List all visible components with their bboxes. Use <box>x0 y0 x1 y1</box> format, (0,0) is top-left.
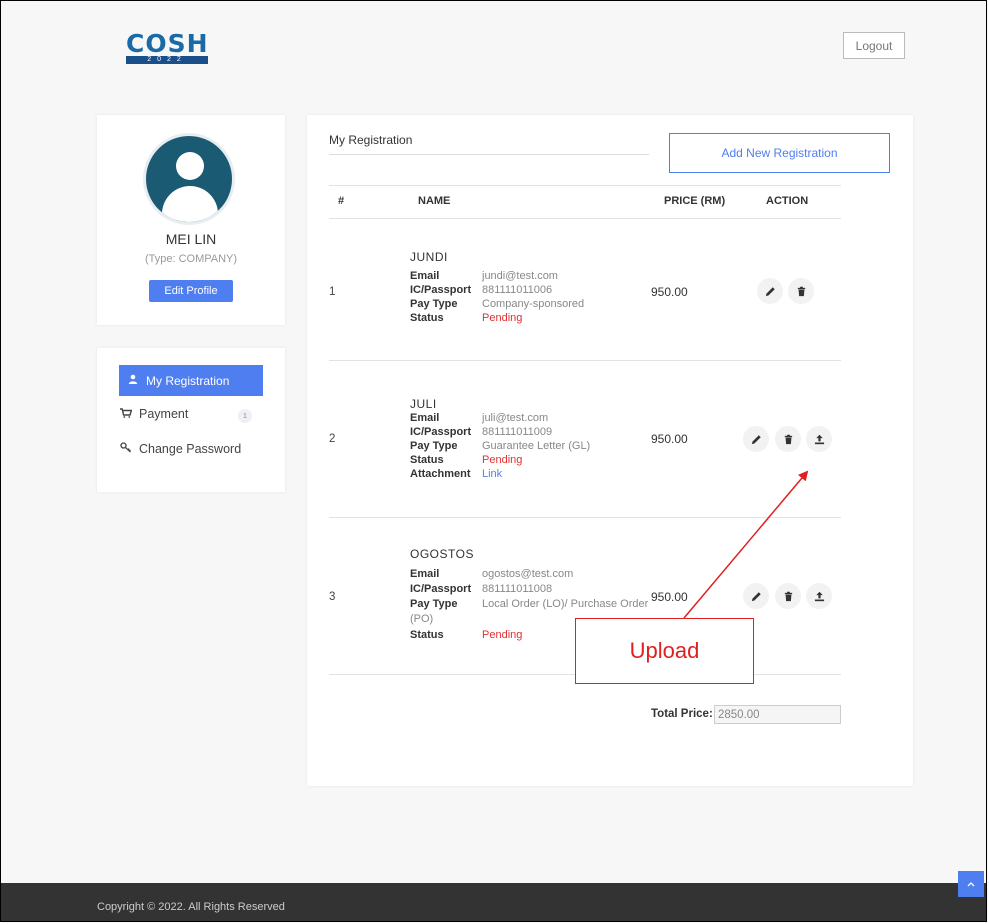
row-number: 2 <box>329 433 336 445</box>
cart-icon <box>119 407 133 421</box>
upload-button[interactable] <box>806 426 832 452</box>
edit-button[interactable] <box>757 278 783 304</box>
row-divider <box>329 360 841 361</box>
add-new-registration-button[interactable]: Add New Registration <box>669 133 890 173</box>
price-value: 950.00 <box>651 590 688 604</box>
registrant-name: OGOSTOS <box>410 547 474 561</box>
copyright-text: Copyright © 2022. All Rights Reserved <box>97 901 285 913</box>
menu-item-payment[interactable]: Payment <box>119 407 188 421</box>
ic-value: 881111011006 <box>482 284 553 296</box>
pay-type-label: Pay Type <box>410 598 458 610</box>
attachment-label: Attachment <box>410 468 471 480</box>
pay-type-label: Pay Type <box>410 298 458 310</box>
pay-type-value-continued: (PO) <box>410 613 434 625</box>
status-label: Status <box>410 454 444 466</box>
pencil-icon <box>765 286 775 296</box>
edit-button[interactable] <box>743 426 769 452</box>
trash-icon <box>784 434 792 444</box>
chevron-up-icon <box>967 882 975 887</box>
edit-button[interactable] <box>743 583 769 609</box>
menu-item-label: My Registration <box>146 373 230 388</box>
price-value: 950.00 <box>651 285 688 299</box>
trash-icon <box>797 286 805 296</box>
status-label: Status <box>410 629 444 641</box>
delete-button[interactable] <box>788 278 814 304</box>
ic-label: IC/Passport <box>410 583 472 595</box>
price-value: 950.00 <box>651 432 688 446</box>
pay-type-value: Local Order (LO)/ Purchase Order <box>482 598 649 610</box>
page-title: My Registration <box>329 133 413 147</box>
pencil-icon <box>751 591 761 601</box>
key-icon <box>119 442 133 456</box>
logo-text: COSH <box>126 29 209 58</box>
menu-item-my-registration[interactable]: My Registration <box>119 365 263 396</box>
ic-label: IC/Passport <box>410 284 472 296</box>
profile-card: MEI LIN (Type: COMPANY) Edit Profile <box>97 115 285 325</box>
total-price-label: Total Price: <box>651 708 713 720</box>
upload-button[interactable] <box>806 583 832 609</box>
column-header-price: PRICE (RM) <box>664 195 726 207</box>
email-value: jundi@test.com <box>482 270 558 282</box>
email-label: Email <box>410 412 440 424</box>
email-label: Email <box>410 568 440 580</box>
menu-item-label: Payment <box>139 407 189 421</box>
ic-value: 881111011009 <box>482 426 553 438</box>
side-menu: My Registration Payment Change Password <box>97 348 285 492</box>
status-label: Status <box>410 312 444 324</box>
delete-button[interactable] <box>775 426 801 452</box>
menu-item-change-password[interactable]: Change Password <box>119 442 241 456</box>
trash-icon <box>784 591 792 601</box>
row-number: 3 <box>329 591 336 603</box>
avatar-icon <box>143 133 235 225</box>
edit-profile-button[interactable]: Edit Profile <box>149 280 233 302</box>
delete-button[interactable] <box>775 583 801 609</box>
upload-icon <box>814 434 824 444</box>
table-divider <box>329 218 841 219</box>
column-header-number: # <box>338 195 345 207</box>
attachment-link[interactable]: Link <box>482 468 502 480</box>
profile-type: (Type: COMPANY) <box>144 253 238 265</box>
title-underline <box>329 154 649 155</box>
email-label: Email <box>410 270 440 282</box>
profile-name: MEI LIN <box>165 231 217 247</box>
column-header-action: ACTION <box>766 195 809 207</box>
logout-button[interactable]: Logout <box>843 32 905 59</box>
footer: Copyright © 2022. All Rights Reserved <box>1 883 986 922</box>
registrant-name: JUNDI <box>410 250 448 264</box>
upload-callout: Upload <box>575 618 754 684</box>
menu-item-label: Change Password <box>139 442 242 456</box>
pay-type-value: Company-sponsored <box>482 298 585 310</box>
status-value: Pending <box>482 312 523 324</box>
pay-type-label: Pay Type <box>410 440 458 452</box>
status-value: Pending <box>482 454 523 466</box>
status-value: Pending <box>482 629 523 641</box>
pay-type-value: Guarantee Letter (GL) <box>482 440 591 452</box>
table-divider <box>329 185 841 186</box>
column-header-name: NAME <box>418 195 451 207</box>
email-value: ogostos@test.com <box>482 568 574 580</box>
pencil-icon <box>751 434 761 444</box>
email-value: juli@test.com <box>482 412 549 424</box>
cosh-logo[interactable]: COSH 2022 <box>126 29 209 64</box>
total-price-field: 2850.00 <box>714 705 841 724</box>
ic-label: IC/Passport <box>410 426 472 438</box>
upload-icon <box>814 591 824 601</box>
user-icon <box>126 374 140 387</box>
payment-count-badge: 1 <box>238 409 252 423</box>
scroll-to-top-button[interactable] <box>958 871 984 897</box>
row-number: 1 <box>329 286 336 298</box>
ic-value: 881111011008 <box>482 583 553 595</box>
row-divider <box>329 517 841 518</box>
registrant-name: JULI <box>410 397 437 411</box>
